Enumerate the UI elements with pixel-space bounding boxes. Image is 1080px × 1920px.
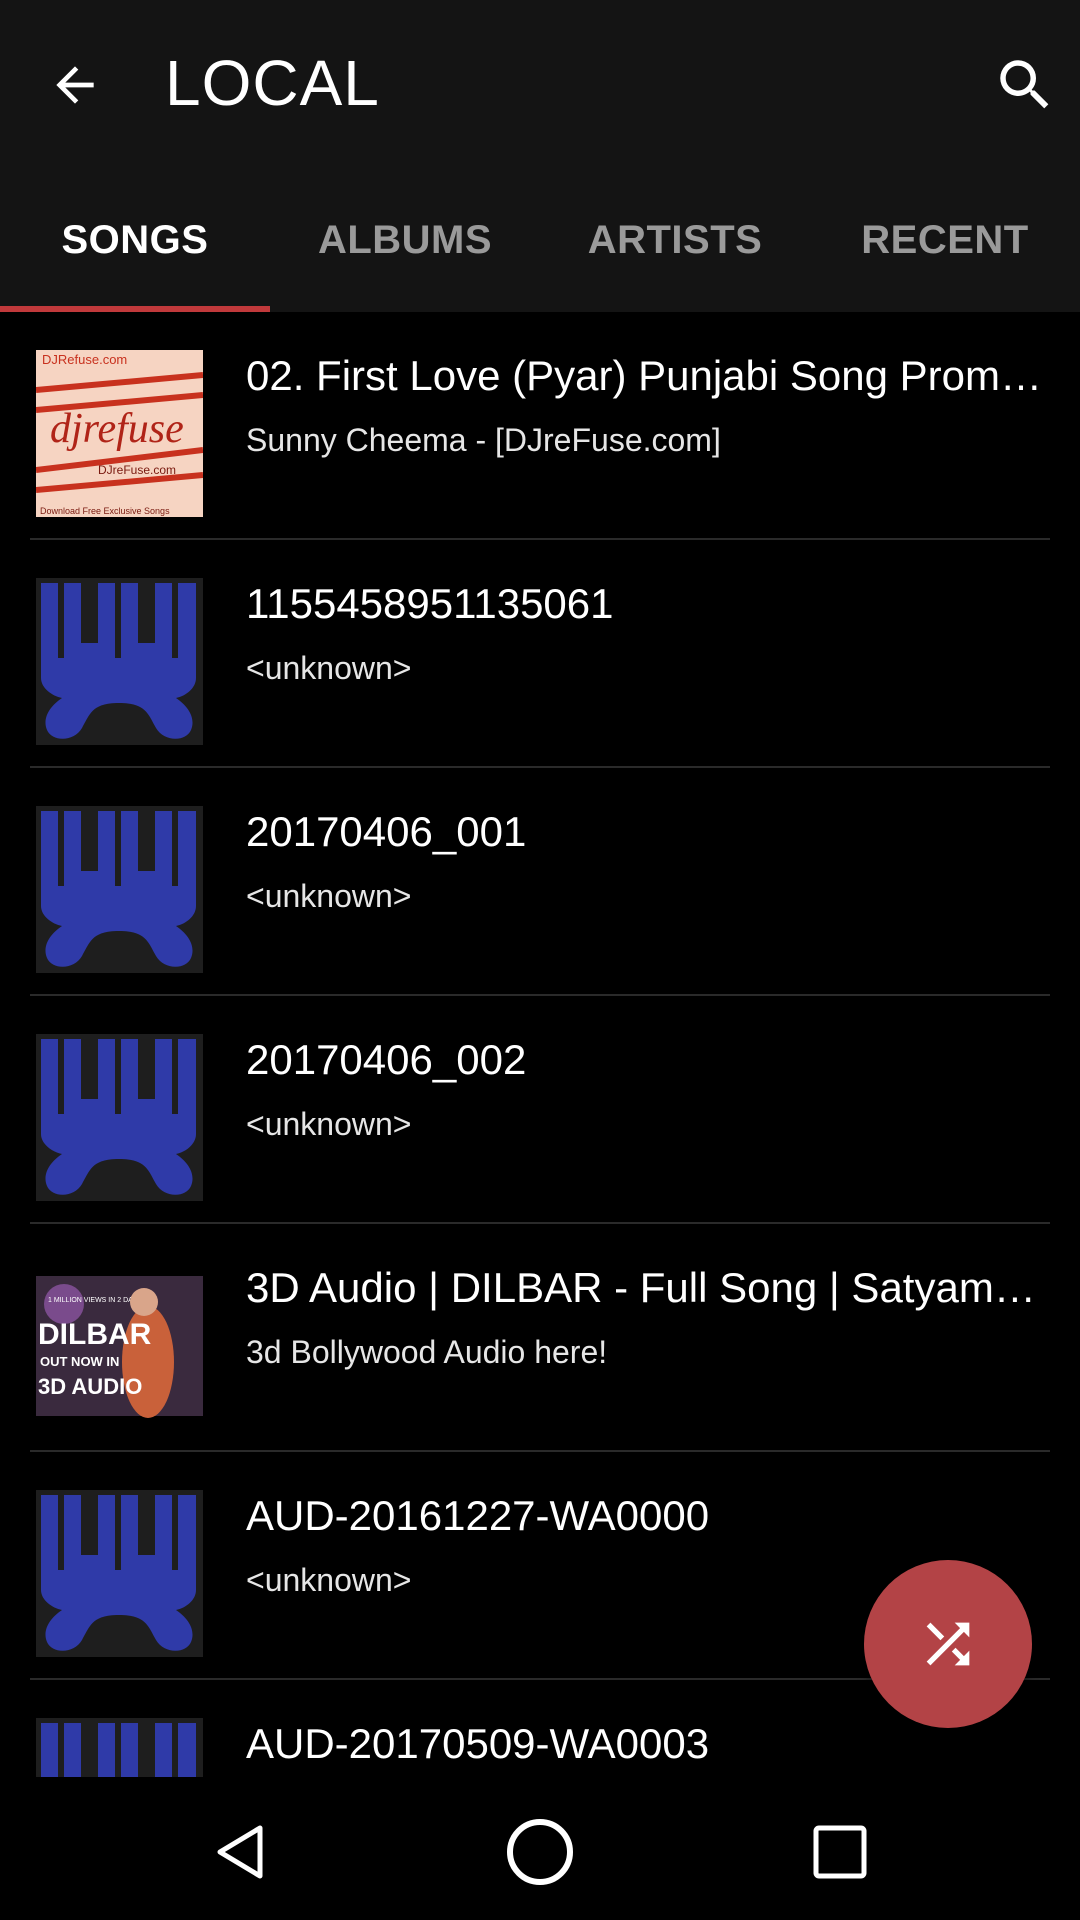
album-art	[36, 1490, 203, 1657]
song-title: 20170406_001	[246, 808, 527, 855]
nav-home-icon	[507, 1819, 573, 1885]
nav-back-icon	[217, 1825, 263, 1879]
tab-artists[interactable]: ARTISTS	[540, 168, 810, 312]
art-badge-text: 1 MILLION VIEWS IN 2 DAYS	[48, 1297, 142, 1304]
song-title: 02. First Love (Pyar) Punjabi Song Promo…	[246, 352, 1056, 399]
shuffle-icon	[926, 1622, 970, 1666]
tab-recent[interactable]: RECENT	[810, 168, 1080, 312]
song-list[interactable]: DJRefuse.com djrefuse DJreFuse.com Downl…	[0, 312, 1080, 1777]
art-sub-text: OUT NOW IN	[40, 1354, 119, 1369]
art-text-top: DJRefuse.com	[42, 352, 127, 367]
album-art	[36, 1034, 203, 1201]
back-button[interactable]	[40, 50, 110, 120]
shuffle-button[interactable]	[864, 1560, 1032, 1728]
page-title: LOCAL	[165, 47, 380, 119]
song-artist: Sunny Cheema - [DJreFuse.com]	[246, 422, 721, 458]
song-row[interactable]: 1155458951135061 <unknown>	[0, 540, 1080, 768]
album-art	[36, 1718, 203, 1777]
art-title-text: DILBAR	[38, 1318, 152, 1351]
art-text-mid: DJreFuse.com	[98, 463, 176, 477]
search-button[interactable]	[990, 50, 1060, 120]
song-row[interactable]: 1 MILLION VIEWS IN 2 DAYS DILBAR OUT NOW…	[0, 1224, 1080, 1452]
song-artist: <unknown>	[246, 878, 412, 914]
art-logo-text: djrefuse	[50, 406, 184, 452]
nav-recents-button[interactable]	[795, 1807, 885, 1897]
song-artist: 3d Bollywood Audio here!	[246, 1334, 608, 1370]
nav-home-button[interactable]	[495, 1807, 585, 1897]
song-row[interactable]: 20170406_001 <unknown>	[0, 768, 1080, 996]
art-audio-text: 3D AUDIO	[38, 1374, 142, 1399]
search-icon	[1000, 60, 1049, 109]
tab-albums[interactable]: ALBUMS	[270, 168, 540, 312]
tab-songs[interactable]: SONGS	[0, 168, 270, 312]
song-artist: <unknown>	[246, 1106, 412, 1142]
song-title: 3D Audio | DILBAR - Full Song | Satyamev…	[246, 1264, 1056, 1311]
song-row[interactable]: DJRefuse.com djrefuse DJreFuse.com Downl…	[0, 312, 1080, 540]
song-title: AUD-20170509-WA0003	[246, 1720, 710, 1767]
app-bar: LOCAL	[0, 0, 1080, 168]
song-title: 20170406_002	[246, 1036, 527, 1083]
song-title: AUD-20161227-WA0000	[246, 1492, 710, 1539]
system-nav-bar	[0, 1777, 1080, 1920]
nav-back-button[interactable]	[195, 1807, 285, 1897]
album-art	[36, 578, 203, 745]
art-text-bottom: Download Free Exclusive Songs	[40, 506, 170, 516]
arrow-left-icon	[56, 66, 94, 104]
song-title: 1155458951135061	[246, 580, 614, 627]
album-art: 1 MILLION VIEWS IN 2 DAYS DILBAR OUT NOW…	[36, 1262, 203, 1429]
tab-bar: SONGS ALBUMS ARTISTS RECENT	[0, 168, 1080, 312]
song-row[interactable]: 20170406_002 <unknown>	[0, 996, 1080, 1224]
album-art: DJRefuse.com djrefuse DJreFuse.com Downl…	[36, 350, 203, 517]
album-art	[36, 806, 203, 973]
nav-recents-icon	[813, 1825, 867, 1879]
song-artist: <unknown>	[246, 650, 412, 686]
